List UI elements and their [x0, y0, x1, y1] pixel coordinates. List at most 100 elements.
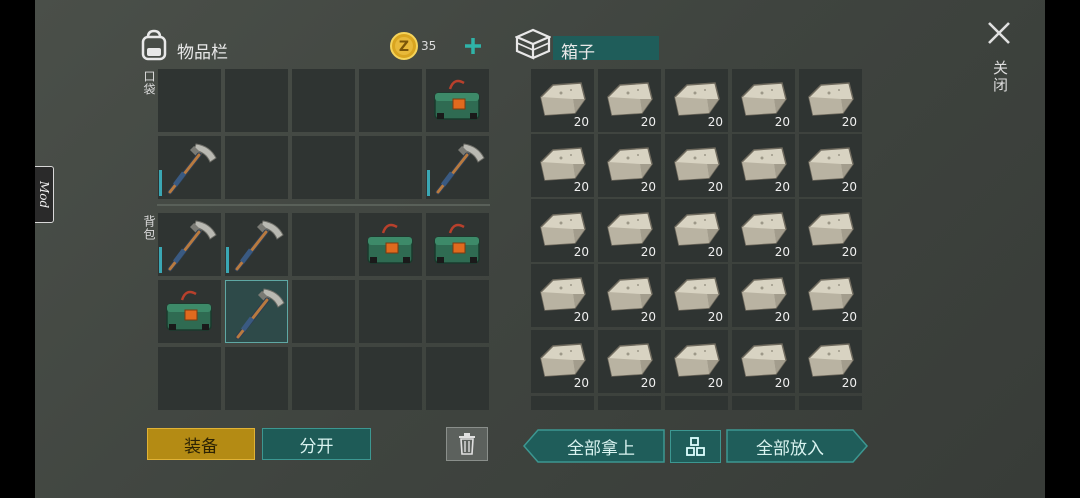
pickaxe-slot[interactable]	[158, 213, 221, 276]
empty-slot[interactable]	[292, 69, 355, 132]
toolbox-slot[interactable]	[426, 213, 489, 276]
stack-count: 20	[774, 376, 790, 390]
stack-count: 20	[573, 310, 589, 324]
box-icon	[515, 28, 551, 60]
stone-slot[interactable]: 20	[598, 134, 661, 197]
stone-slot[interactable]: 20	[598, 264, 661, 327]
stone-slot[interactable]: 20	[531, 69, 594, 132]
stack-count: 20	[707, 310, 723, 324]
toolbox-slot[interactable]	[359, 213, 422, 276]
split-button[interactable]: 分开	[262, 428, 371, 460]
stack-count: 20	[841, 180, 857, 194]
stone-slot[interactable]: 20	[531, 199, 594, 262]
durability-bar	[159, 247, 162, 273]
empty-slot[interactable]	[292, 280, 355, 343]
mod-tab[interactable]: Mod	[35, 166, 54, 223]
empty-slot[interactable]	[426, 280, 489, 343]
stone-slot[interactable]: 20	[665, 69, 728, 132]
stack-count: 20	[707, 245, 723, 259]
stack-count: 20	[774, 245, 790, 259]
stack-count: 20	[640, 180, 656, 194]
empty-slot[interactable]	[292, 213, 355, 276]
durability-bar	[427, 170, 430, 196]
empty-slot[interactable]	[359, 69, 422, 132]
coin-icon: Z	[390, 32, 418, 60]
stone-slot[interactable]: 20	[531, 330, 594, 393]
stone-slot[interactable]: 20	[598, 199, 661, 262]
stack-count: 20	[707, 376, 723, 390]
backpack-label: 背包	[142, 215, 156, 241]
mod-label: Mod	[37, 180, 51, 209]
box-title: 箱子	[561, 43, 595, 63]
stone-slot[interactable]: 20	[598, 69, 661, 132]
stack-count: 20	[640, 376, 656, 390]
pickaxe-slot[interactable]	[158, 136, 221, 199]
toolbox-icon	[434, 79, 480, 120]
toolbox-slot[interactable]	[426, 69, 489, 132]
section-divider	[157, 204, 490, 206]
grid-icon	[685, 436, 705, 456]
stack-count: 20	[707, 115, 723, 129]
coin-count: 35	[421, 39, 437, 53]
stack-count: 20	[841, 245, 857, 259]
close-label[interactable]: 关闭	[990, 60, 1011, 94]
empty-slot[interactable]	[158, 69, 221, 132]
pickaxe-slot[interactable]	[225, 213, 288, 276]
close-icon[interactable]	[986, 20, 1012, 46]
toolbox-slot[interactable]	[158, 280, 221, 343]
pickaxe-slot[interactable]	[426, 136, 489, 199]
partial-slot	[531, 396, 594, 410]
empty-slot[interactable]	[359, 280, 422, 343]
equip-button[interactable]: 装备	[147, 428, 255, 460]
empty-slot[interactable]	[359, 347, 422, 410]
pickaxe-icon	[234, 220, 284, 272]
stone-slot[interactable]: 20	[665, 134, 728, 197]
trash-button[interactable]	[446, 427, 488, 461]
backpack-icon	[141, 29, 167, 61]
empty-slot[interactable]	[292, 136, 355, 199]
stone-slot[interactable]: 20	[531, 134, 594, 197]
add-coins-icon[interactable]	[464, 37, 482, 55]
stone-slot[interactable]: 20	[732, 264, 795, 327]
stack-count: 20	[640, 245, 656, 259]
screen-edge	[1045, 0, 1080, 498]
stone-slot[interactable]: 20	[732, 134, 795, 197]
empty-slot[interactable]	[292, 347, 355, 410]
stack-count: 20	[841, 310, 857, 324]
empty-slot[interactable]	[158, 347, 221, 410]
stone-slot[interactable]: 20	[799, 69, 862, 132]
coin-bar: Z 35	[390, 32, 490, 60]
pickaxe-icon	[167, 220, 217, 272]
stone-slot[interactable]: 20	[799, 134, 862, 197]
toolbox-icon	[434, 223, 480, 264]
stone-slot[interactable]: 20	[531, 264, 594, 327]
stone-slot[interactable]: 20	[665, 264, 728, 327]
sort-button[interactable]	[670, 430, 721, 463]
stone-slot[interactable]: 20	[799, 199, 862, 262]
pickaxe-icon	[435, 143, 485, 195]
stone-slot[interactable]: 20	[732, 199, 795, 262]
stack-count: 20	[841, 376, 857, 390]
empty-slot[interactable]	[225, 136, 288, 199]
durability-bar	[159, 170, 162, 196]
toolbox-icon	[166, 290, 212, 331]
stone-slot[interactable]: 20	[799, 330, 862, 393]
stone-slot[interactable]: 20	[732, 69, 795, 132]
empty-slot[interactable]	[426, 347, 489, 410]
stack-count: 20	[573, 180, 589, 194]
stone-slot[interactable]: 20	[598, 330, 661, 393]
pickaxe-slot[interactable]	[225, 280, 288, 343]
empty-slot[interactable]	[225, 347, 288, 410]
empty-slot[interactable]	[225, 69, 288, 132]
stone-slot[interactable]: 20	[665, 330, 728, 393]
stack-count: 20	[640, 115, 656, 129]
stone-slot[interactable]: 20	[665, 199, 728, 262]
partial-slot	[665, 396, 728, 410]
stack-count: 20	[774, 310, 790, 324]
empty-slot[interactable]	[359, 136, 422, 199]
stone-slot[interactable]: 20	[799, 264, 862, 327]
pickaxe-icon	[167, 143, 217, 195]
stone-slot[interactable]: 20	[732, 330, 795, 393]
partial-slot	[799, 396, 862, 410]
partial-slot	[598, 396, 661, 410]
